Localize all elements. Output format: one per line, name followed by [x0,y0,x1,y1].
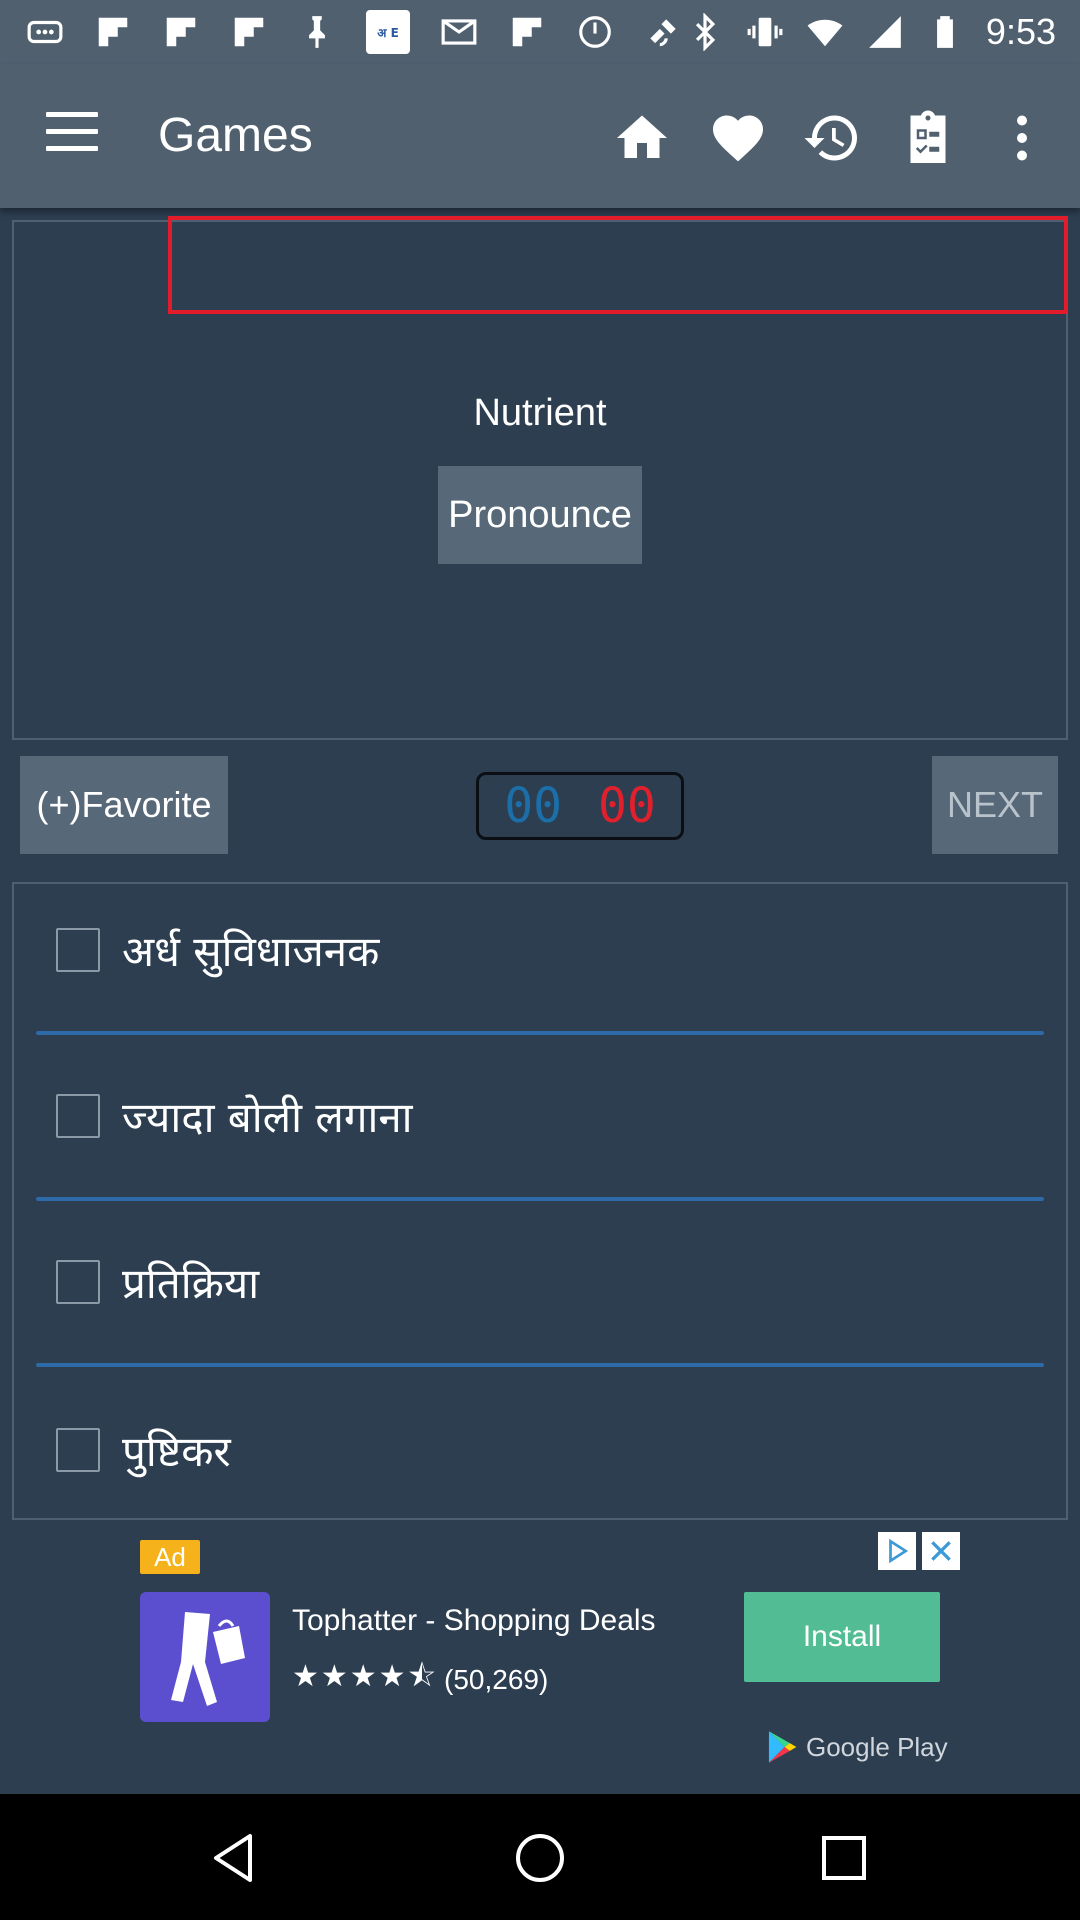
home-nav-icon[interactable] [510,1828,570,1888]
back-icon[interactable] [206,1828,266,1888]
star-rating-icon: ★★★★⯪ [292,1660,438,1693]
flipboard-icon [94,13,132,51]
app-bar: Games [0,64,1080,208]
adchoices-icon[interactable] [878,1532,916,1570]
wifi-icon [806,13,844,51]
overflow-menu-icon[interactable] [992,108,1052,168]
fake-gps-icon [644,13,682,51]
google-play-label: Google Play [806,1731,948,1762]
timer: 00 00 [476,772,684,840]
menu-icon[interactable] [42,112,102,162]
pin-icon [298,13,336,51]
option-2[interactable]: ज्यादा बोली लगाना [56,1086,413,1146]
option-1-checkbox[interactable] [56,928,100,972]
ad-rating-count: (50,269) [444,1663,549,1695]
google-play-icon [768,1731,797,1763]
clock: 9:53 [985,11,1056,52]
signal-icon [866,13,904,51]
highlighted-answer-box [168,216,1068,314]
option-divider [36,1363,1044,1367]
home-icon[interactable] [612,108,672,168]
option-1-label: अर्ध सुविधाजनक [122,926,380,976]
pronounce-button[interactable]: Pronounce [438,466,642,564]
status-bar-system: 9:53 [686,10,1056,54]
history-icon[interactable] [802,108,862,168]
battery-icon [926,13,964,51]
flipboard-icon [508,13,546,51]
install-button[interactable]: Install [744,1592,940,1682]
option-4-label: पुष्टिकर [122,1426,231,1476]
favorite-button[interactable]: (+)Favorite [20,756,228,854]
status-bar-notifications: अ E [26,10,682,54]
option-3[interactable]: प्रतिक्रिया [56,1252,259,1312]
ad-close-icon[interactable] [922,1532,960,1570]
ad-app-logo[interactable] [140,1592,270,1722]
option-2-label: ज्यादा बोली लगाना [122,1092,413,1142]
speed-icon [576,13,614,51]
option-4-checkbox[interactable] [56,1428,100,1472]
recents-icon[interactable] [814,1828,874,1888]
option-4[interactable]: पुष्टिकर [56,1420,231,1480]
clipboard-icon[interactable] [898,108,958,168]
ad-rating: ★★★★⯪ (50,269) [292,1654,548,1705]
question-word: Nutrient [473,392,607,434]
hindi-english-app-icon: अ E [366,10,410,54]
ad-badge: Ad [140,1540,200,1574]
status-bar: अ E 9:53 [0,0,1080,64]
flipboard-icon [230,13,268,51]
option-divider [36,1031,1044,1035]
timer-seconds: 00 [598,778,656,834]
option-3-checkbox[interactable] [56,1260,100,1304]
mail-icon [440,13,478,51]
flipboard-icon [162,13,200,51]
vibrate-icon [746,13,784,51]
next-button[interactable]: NEXT [932,756,1058,854]
google-play-badge[interactable]: Google Play [766,1730,948,1764]
heart-icon[interactable] [708,108,768,168]
option-3-label: प्रतिक्रिया [122,1258,260,1308]
bluetooth-icon [686,13,724,51]
timer-minutes: 00 [504,778,562,834]
option-1[interactable]: अर्ध सुविधाजनक [56,920,379,980]
option-2-checkbox[interactable] [56,1094,100,1138]
page-title: Games [158,109,313,162]
system-nav-bar [0,1794,1080,1920]
ad-app-name[interactable]: Tophatter - Shopping Deals [292,1604,656,1638]
more-notifications-icon [26,13,64,51]
option-divider [36,1197,1044,1201]
